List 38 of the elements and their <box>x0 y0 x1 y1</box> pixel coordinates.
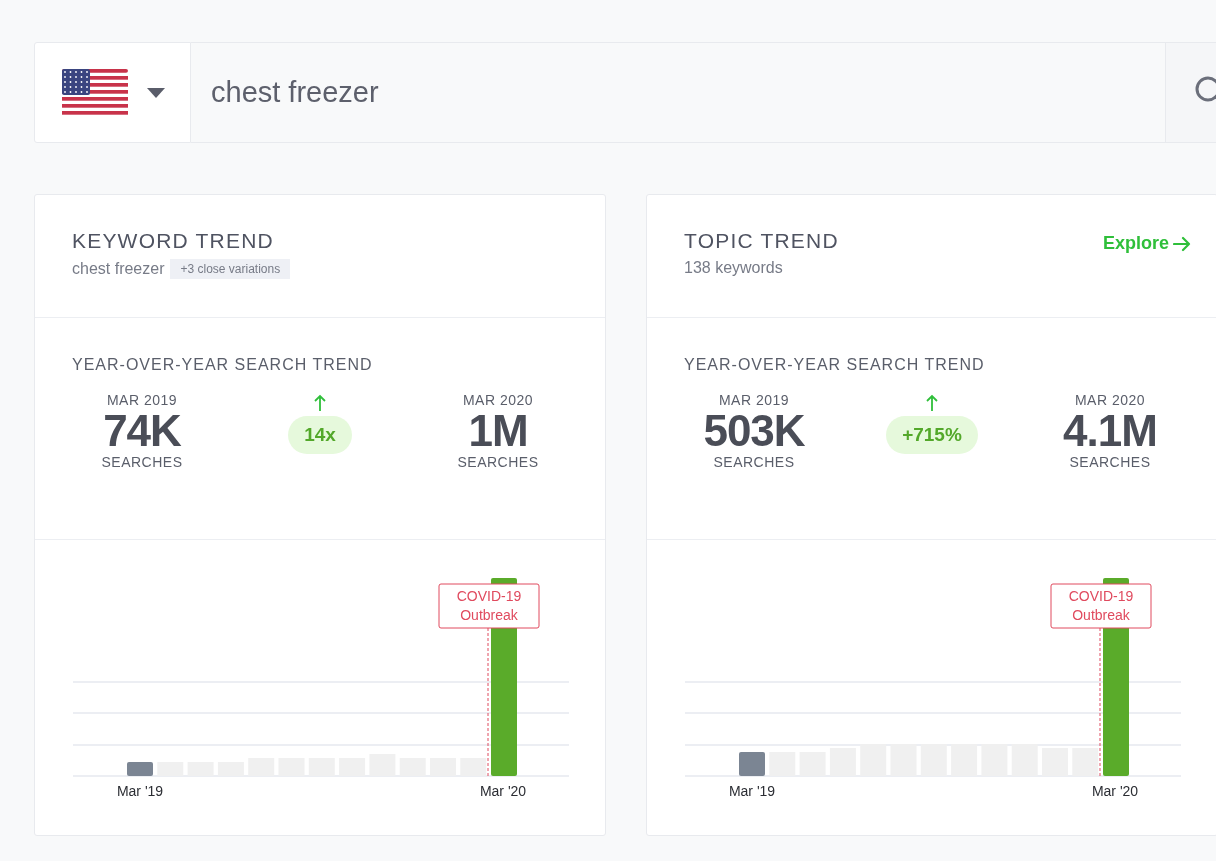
axis-label: Mar '19 <box>728 783 776 799</box>
unit-label: SEARCHES <box>457 454 539 471</box>
chart-bar <box>127 762 153 776</box>
card-subtitle: chest freezer <box>72 260 165 278</box>
chart-bar <box>739 752 765 776</box>
search-field[interactable]: chest freezer <box>191 42 1166 143</box>
unit-label: SEARCHES <box>1069 454 1151 471</box>
chart-bar <box>1072 748 1099 776</box>
axis-label: Mar '20 <box>479 783 527 799</box>
search-volume: 503K <box>703 408 805 455</box>
period-label: MAR 2019 <box>106 392 178 408</box>
period-label: MAR 2019 <box>718 392 790 408</box>
growth-badge: +715% <box>886 416 978 454</box>
card-title: TOPIC TREND <box>684 229 839 253</box>
annotation-label: COVID-19 Outbreak <box>438 583 540 629</box>
flag-icon <box>62 68 128 117</box>
card-title: KEYWORD TREND <box>72 229 275 253</box>
section-title: YEAR-OVER-YEAR SEARCH TREND <box>71 356 374 374</box>
axis-label: Mar '19 <box>116 783 164 799</box>
arrow-up-icon <box>314 394 326 412</box>
variations-tag: +3 close variations <box>170 259 291 279</box>
search-volume: 1M <box>468 408 528 455</box>
unit-label: SEARCHES <box>101 454 183 471</box>
card-subtitle: 138 keywords <box>684 259 783 277</box>
chart-bar <box>460 758 487 776</box>
axis-label: Mar '20 <box>1091 783 1139 799</box>
country-dropdown[interactable] <box>34 42 191 143</box>
annotation-label: COVID-19 Outbreak <box>1050 583 1152 629</box>
search-volume: 4.1M <box>1063 408 1157 455</box>
section-title: YEAR-OVER-YEAR SEARCH TREND <box>683 356 986 374</box>
period-label: MAR 2020 <box>462 392 534 408</box>
search-volume: 74K <box>103 408 181 455</box>
arrow-right-icon <box>1173 235 1191 252</box>
arrow-up-icon <box>926 394 938 412</box>
period-label: MAR 2020 <box>1074 392 1146 408</box>
unit-label: SEARCHES <box>713 454 795 471</box>
growth-badge: 14x <box>288 416 352 454</box>
caret-icon <box>146 86 166 99</box>
